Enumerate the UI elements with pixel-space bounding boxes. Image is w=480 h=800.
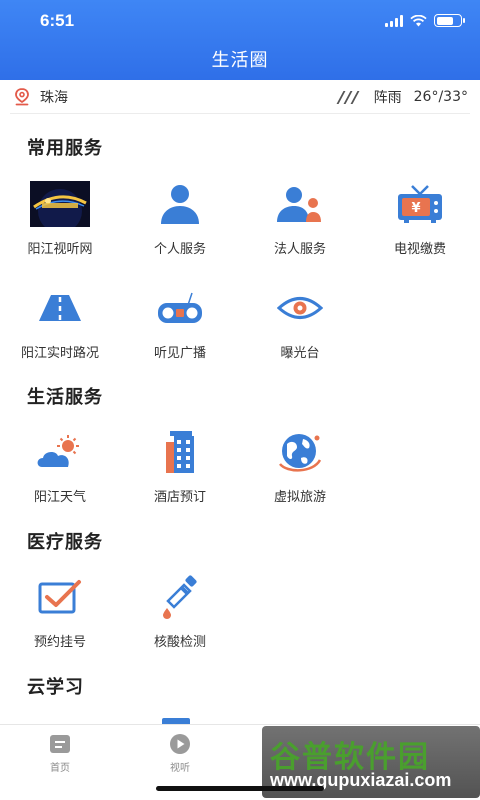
checkbox-icon (38, 580, 81, 614)
service-label: 酒店预订 (153, 490, 206, 505)
service-label: 曝光台 (280, 346, 320, 361)
radio-icon (158, 292, 202, 323)
service-hotel-booking[interactable]: 酒店预订 (120, 428, 240, 505)
status-time: 6:51 (40, 11, 75, 30)
service-label: 电视缴费 (393, 242, 446, 257)
service-label: 听见广播 (153, 346, 206, 361)
cellular-signal-icon (385, 14, 403, 27)
service-label: 法人服务 (273, 242, 326, 257)
yangjiang-media-logo (30, 181, 90, 227)
service-tv-payment[interactable]: ¥ 电视缴费 (360, 180, 480, 257)
battery-icon (434, 14, 465, 27)
dropper-icon (163, 575, 197, 619)
service-appointment[interactable]: 预约挂号 (0, 573, 120, 650)
location-selector[interactable]: 珠海 (10, 87, 68, 107)
tab-label: 首页 (50, 763, 70, 774)
service-personal[interactable]: 个人服务 (120, 180, 240, 257)
status-bar: 6:51 (0, 0, 480, 44)
section-title-cloud-learning: 云学习 (27, 677, 84, 698)
eye-icon (277, 297, 323, 319)
service-label: 核酸检测 (153, 635, 206, 650)
weather-info: 阵雨 26°/33° (334, 87, 470, 107)
service-road-conditions[interactable]: 阳江实时路况 (0, 284, 120, 361)
weather-icon (37, 435, 79, 467)
section-title-medical-services: 医疗服务 (27, 532, 103, 553)
tv-payment-icon: ¥ (398, 185, 442, 223)
section-title-common-services: 常用服务 (27, 138, 103, 159)
service-label: 阳江天气 (33, 490, 86, 505)
status-icons (385, 14, 465, 27)
home-doc-icon (50, 735, 70, 753)
service-virtual-tour[interactable]: 虚拟旅游 (240, 428, 360, 505)
tab-label: 视听 (170, 763, 190, 774)
tab-home[interactable]: 首页 (0, 733, 120, 774)
section-title-life-services: 生活服务 (27, 387, 103, 408)
globe-icon (279, 434, 322, 472)
rain-icon (334, 90, 362, 104)
road-icon (39, 295, 81, 321)
weather-condition: 阵雨 (373, 89, 402, 106)
service-radio[interactable]: 听见广播 (120, 284, 240, 361)
person-icon (161, 185, 199, 224)
service-label: 阳江视听网 (27, 242, 93, 257)
service-label: 阳江实时路况 (20, 346, 99, 361)
tab-audio-video[interactable]: 视听 (120, 733, 240, 774)
page-title: 生活圈 (211, 50, 269, 71)
service-label: 预约挂号 (33, 635, 86, 650)
legal-person-icon (277, 187, 321, 222)
temperature-range: 26°/33° (413, 88, 468, 105)
service-nucleic-acid-test[interactable]: 核酸检测 (120, 573, 240, 650)
service-weather[interactable]: 阳江天气 (0, 428, 120, 505)
service-exposure-platform[interactable]: 曝光台 (240, 284, 360, 361)
hotel-icon (166, 431, 194, 473)
service-legal-person[interactable]: 法人服务 (240, 180, 360, 257)
service-label: 虚拟旅游 (273, 490, 326, 505)
play-icon (170, 734, 190, 754)
wifi-icon (410, 14, 427, 26)
location-pin-icon (15, 87, 29, 105)
location-bar: 珠海 阵雨 26°/33° (10, 80, 470, 114)
app-header: 6:51 生活圈 (0, 0, 480, 80)
home-indicator (156, 786, 324, 791)
service-yangjiang-media[interactable]: 阳江视听网 (0, 180, 120, 257)
service-label: 个人服务 (153, 242, 206, 257)
city-name: 珠海 (40, 89, 68, 106)
svg-text:¥: ¥ (411, 201, 420, 216)
